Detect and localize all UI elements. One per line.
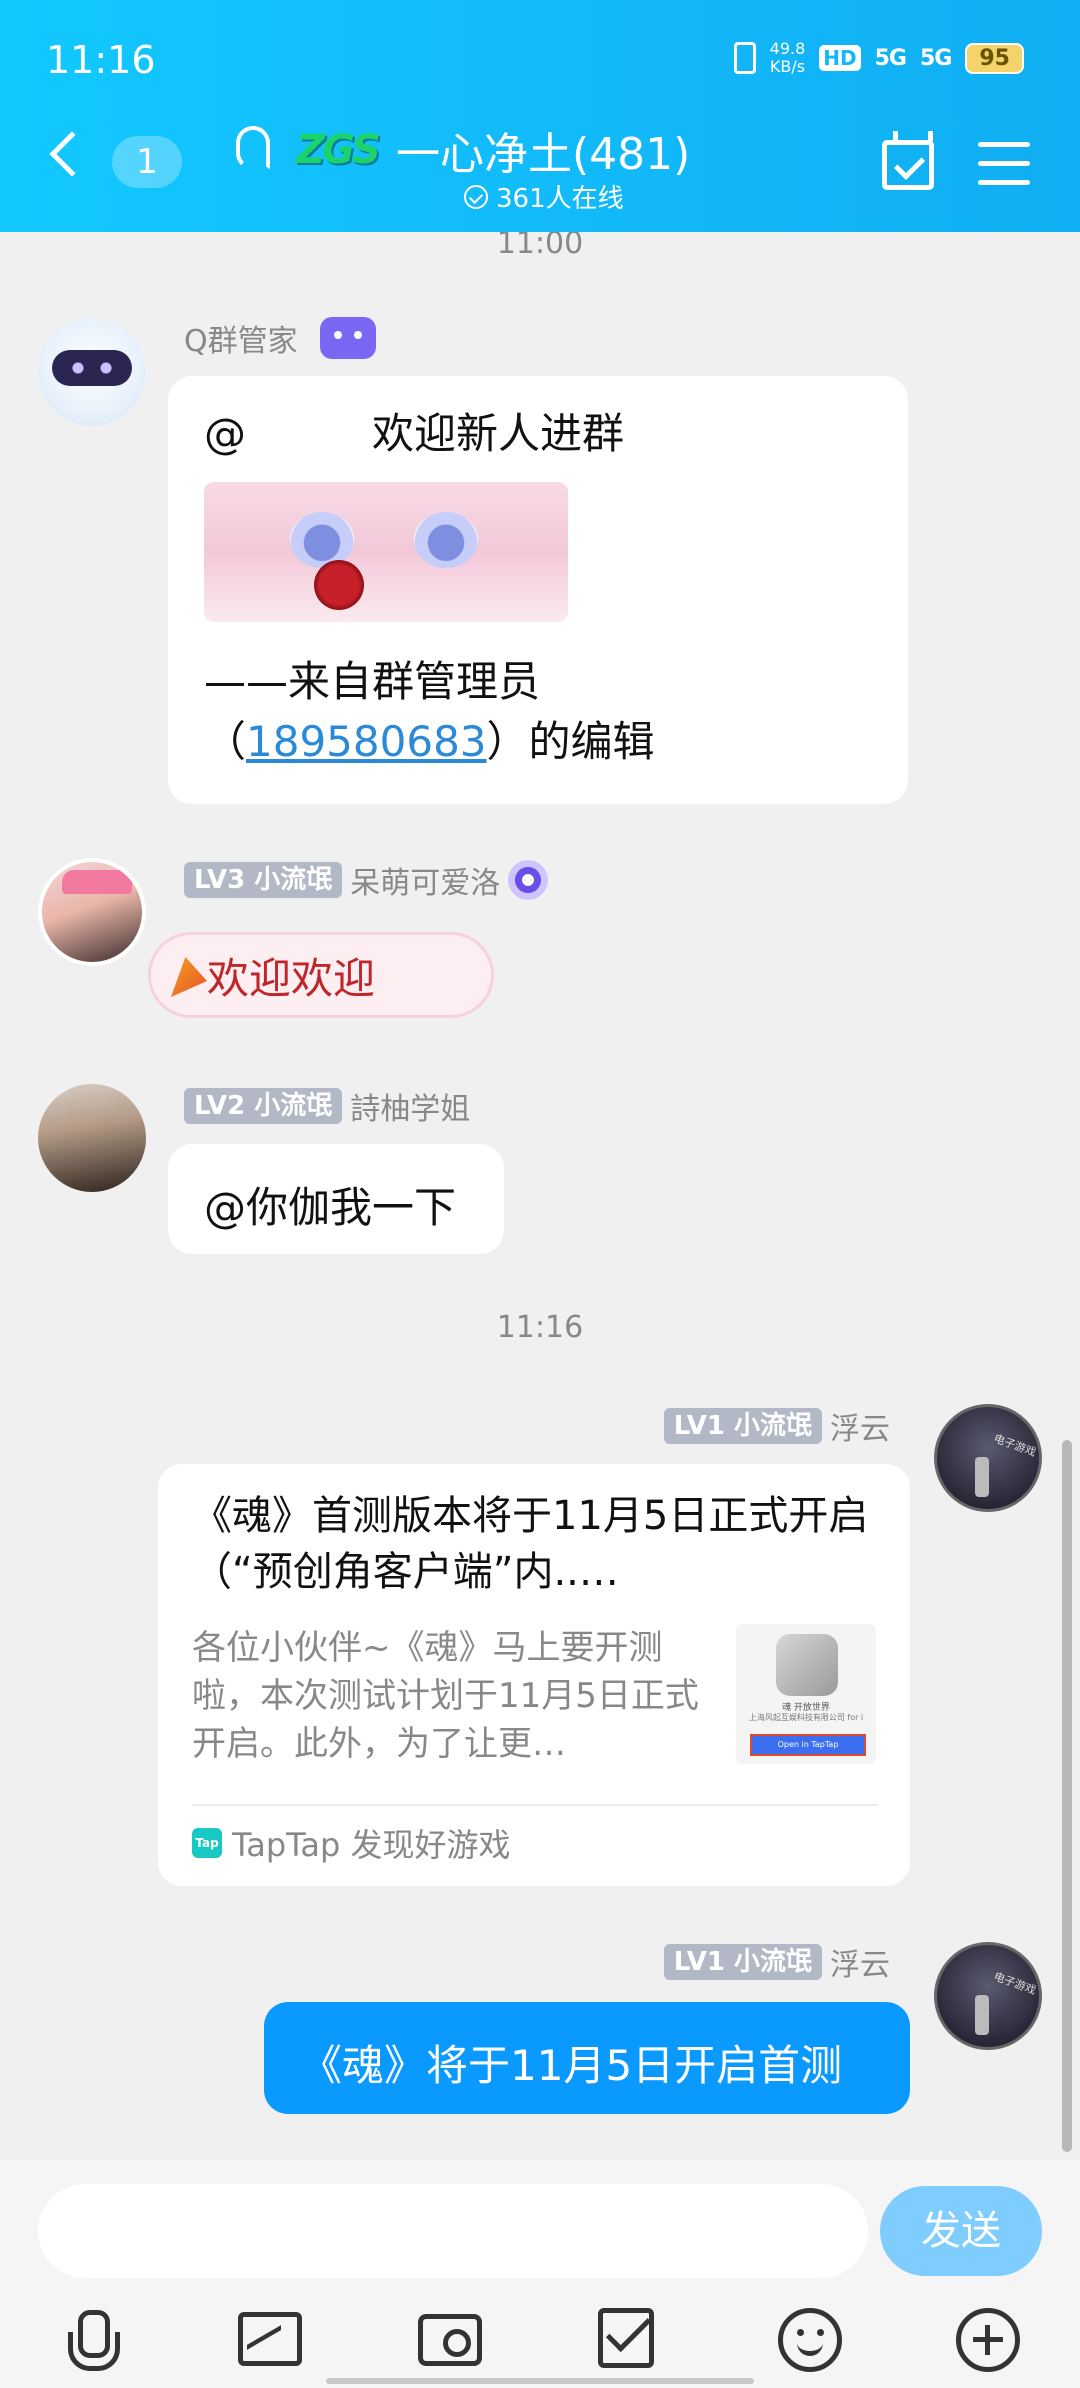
avatar-shiyou[interactable]: [38, 1084, 146, 1192]
card-source-text: TapTap 发现好游戏: [232, 1826, 511, 1864]
signal-icon-1: 5G: [874, 45, 907, 71]
signal-icon-2: 5G: [920, 45, 952, 71]
party-popper-icon: [171, 957, 207, 997]
message-bubble[interactable]: @你伽我一下: [168, 1144, 504, 1254]
editor-prefix: （: [204, 717, 247, 766]
avatar-fuyun[interactable]: [934, 1942, 1042, 2050]
group-logo: ZGS: [296, 127, 381, 173]
microphone-icon[interactable]: [58, 2308, 122, 2372]
thumb-publisher: 上海风起互娱科技有限公司 for i: [748, 1713, 864, 1722]
earpiece-mode-icon[interactable]: [236, 126, 270, 170]
sender-name: 詩柚学姐: [350, 1092, 471, 1127]
card-divider: [192, 1804, 878, 1806]
sender-name: Q群管家: [184, 324, 298, 359]
hd-icon: HD: [819, 45, 861, 71]
status-time: 11:16: [46, 38, 156, 82]
sticker-text: 欢迎欢迎: [207, 953, 376, 1003]
input-toolbar: [0, 2302, 1080, 2382]
card-description: 各位小伙伴~《魂》马上要开测啦，本次测试计划于11月5日正式开启。此外，为了让更…: [192, 1628, 699, 1764]
message-input[interactable]: [38, 2184, 868, 2278]
scrollbar[interactable]: [1062, 1440, 1072, 2152]
message-bubble-self[interactable]: 《魂》将于11月5日开启首测: [264, 2002, 910, 2114]
calendar-check-icon[interactable]: [882, 131, 934, 190]
input-area: 发送: [0, 2160, 1080, 2388]
network-speed-unit: KB/s: [769, 57, 806, 76]
thumb-open-button: Open in TapTap: [750, 1734, 866, 1756]
level-badge: LV1 小流氓: [663, 1944, 822, 1980]
chat-header: 11:16 49.8 KB/s HD 5G 5G 95 1 ZGS 一心净土(4…: [0, 0, 1080, 232]
online-count-text: 361人在线: [496, 184, 624, 214]
sender-meta: LV1 小流氓 浮云: [663, 1940, 890, 1984]
sender-name: 呆萌可爱洛: [350, 866, 501, 901]
avatar-daimeng[interactable]: [38, 858, 146, 966]
avatar-fuyun[interactable]: [934, 1404, 1042, 1512]
level-badge: LV1 小流氓: [663, 1408, 822, 1444]
sender-meta: LV3 小流氓 呆萌可爱洛: [184, 858, 549, 902]
network-speed-value: 49.8: [769, 39, 806, 58]
sender-meta: LV1 小流氓 浮云: [663, 1404, 890, 1448]
plus-icon[interactable]: [956, 2308, 1020, 2372]
card-source: Tap TapTap 发现好游戏: [192, 1820, 511, 1866]
battery-icon: 95: [965, 42, 1024, 74]
rose-graphic: [314, 560, 364, 610]
message-text: 《魂》将于11月5日开启首测: [300, 2041, 843, 2090]
message-list[interactable]: 11:00 Q群管家 @ 欢迎新人进群 ——来自群管理员 （189580683）…: [0, 232, 1080, 2160]
sender-name: 浮云: [830, 1948, 890, 1983]
time-separator: 11:16: [496, 1310, 584, 1345]
network-speed: 49.8 KB/s: [770, 40, 806, 76]
swirl-icon: [508, 860, 549, 900]
send-button[interactable]: 发送: [880, 2186, 1042, 2276]
card-thumbnail: 魂 开放世界 上海风起互娱科技有限公司 for i Open in TapTap: [736, 1624, 876, 1764]
vibrate-icon: [733, 42, 756, 74]
welcome-source: ——来自群管理员: [204, 657, 541, 706]
welcome-anime-image[interactable]: [204, 482, 568, 622]
level-badge: LV2 小流氓: [184, 1088, 343, 1124]
admin-qq-link[interactable]: 189580683: [246, 717, 487, 766]
link-card-taptap[interactable]: 《魂》首测版本将于11月5日正式开启（“预创角客户端”内..… 各位小伙伴~《魂…: [158, 1464, 910, 1886]
robot-icon: [319, 317, 376, 359]
message-text: @你伽我一下: [204, 1183, 457, 1232]
card-title: 《魂》首测版本将于11月5日正式开启（“预创角客户端”内..…: [192, 1493, 869, 1595]
game-app-icon: [776, 1634, 838, 1696]
home-indicator[interactable]: [326, 2378, 754, 2384]
time-separator: 11:00: [496, 232, 584, 261]
camera-icon[interactable]: [418, 2314, 482, 2366]
unread-count-badge[interactable]: 1: [112, 136, 182, 188]
editor-suffix: ）的编辑: [486, 717, 655, 766]
red-packet-icon[interactable]: [598, 2308, 654, 2368]
level-badge: LV3 小流氓: [184, 862, 343, 898]
status-icons: 49.8 KB/s HD 5G 5G 95: [733, 40, 1024, 76]
welcome-text: @ 欢迎新人进群: [204, 409, 625, 458]
back-arrow-icon[interactable]: [49, 131, 95, 177]
emoji-icon[interactable]: [778, 2308, 842, 2372]
welcome-editor: （189580683）的编辑: [204, 708, 655, 769]
sender-meta: LV2 小流氓 詩柚学姐: [184, 1084, 470, 1128]
sender-meta: Q群管家: [184, 316, 376, 360]
taptap-icon: Tap: [192, 1828, 222, 1858]
sticker-welcome[interactable]: 欢迎欢迎: [148, 932, 494, 1018]
group-name[interactable]: 一心净土(481): [396, 118, 690, 182]
avatar-qun-guanjia[interactable]: [38, 318, 146, 426]
online-check-icon: [464, 184, 488, 209]
menu-icon[interactable]: [978, 142, 1030, 185]
sender-name: 浮云: [830, 1412, 890, 1447]
image-icon[interactable]: [238, 2312, 302, 2366]
online-count: 361人在线: [464, 178, 624, 215]
